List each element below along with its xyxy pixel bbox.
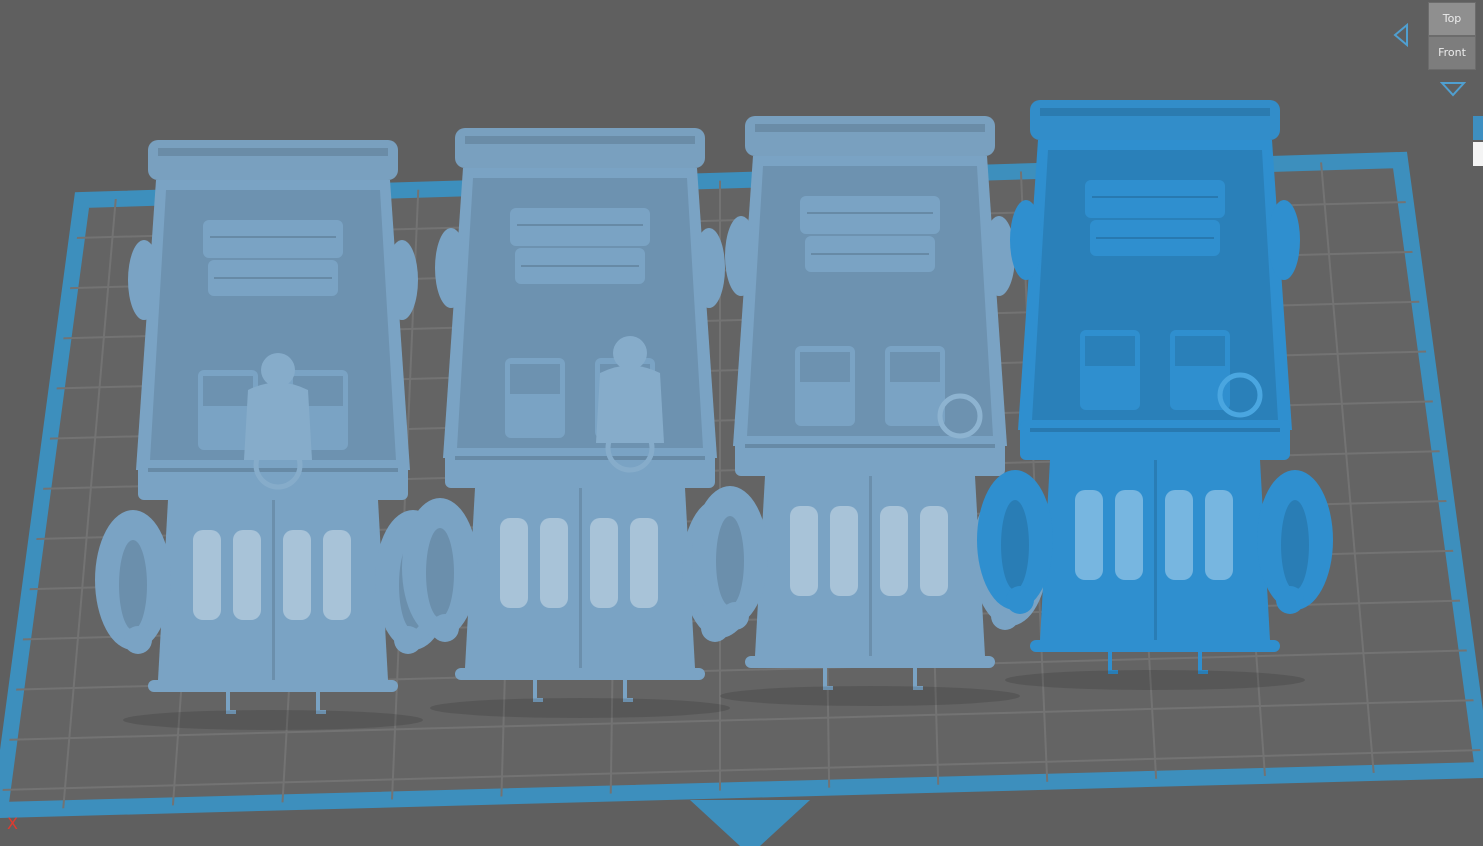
3d-viewport[interactable]: Top Front X (0, 0, 1483, 846)
viewcube[interactable]: Top Front (1428, 2, 1476, 70)
build-plate-scene[interactable] (0, 0, 1483, 846)
rotate-down-icon[interactable] (1440, 79, 1466, 97)
viewcube-top[interactable]: Top (1428, 2, 1476, 36)
side-panel-tab-white[interactable] (1473, 142, 1483, 166)
viewcube-front[interactable]: Front (1428, 36, 1476, 70)
axis-x-label: X (7, 814, 18, 833)
side-panel-tab-blue[interactable] (1473, 116, 1483, 140)
plate-front-notch (690, 800, 810, 846)
rotate-left-icon[interactable] (1391, 23, 1411, 47)
